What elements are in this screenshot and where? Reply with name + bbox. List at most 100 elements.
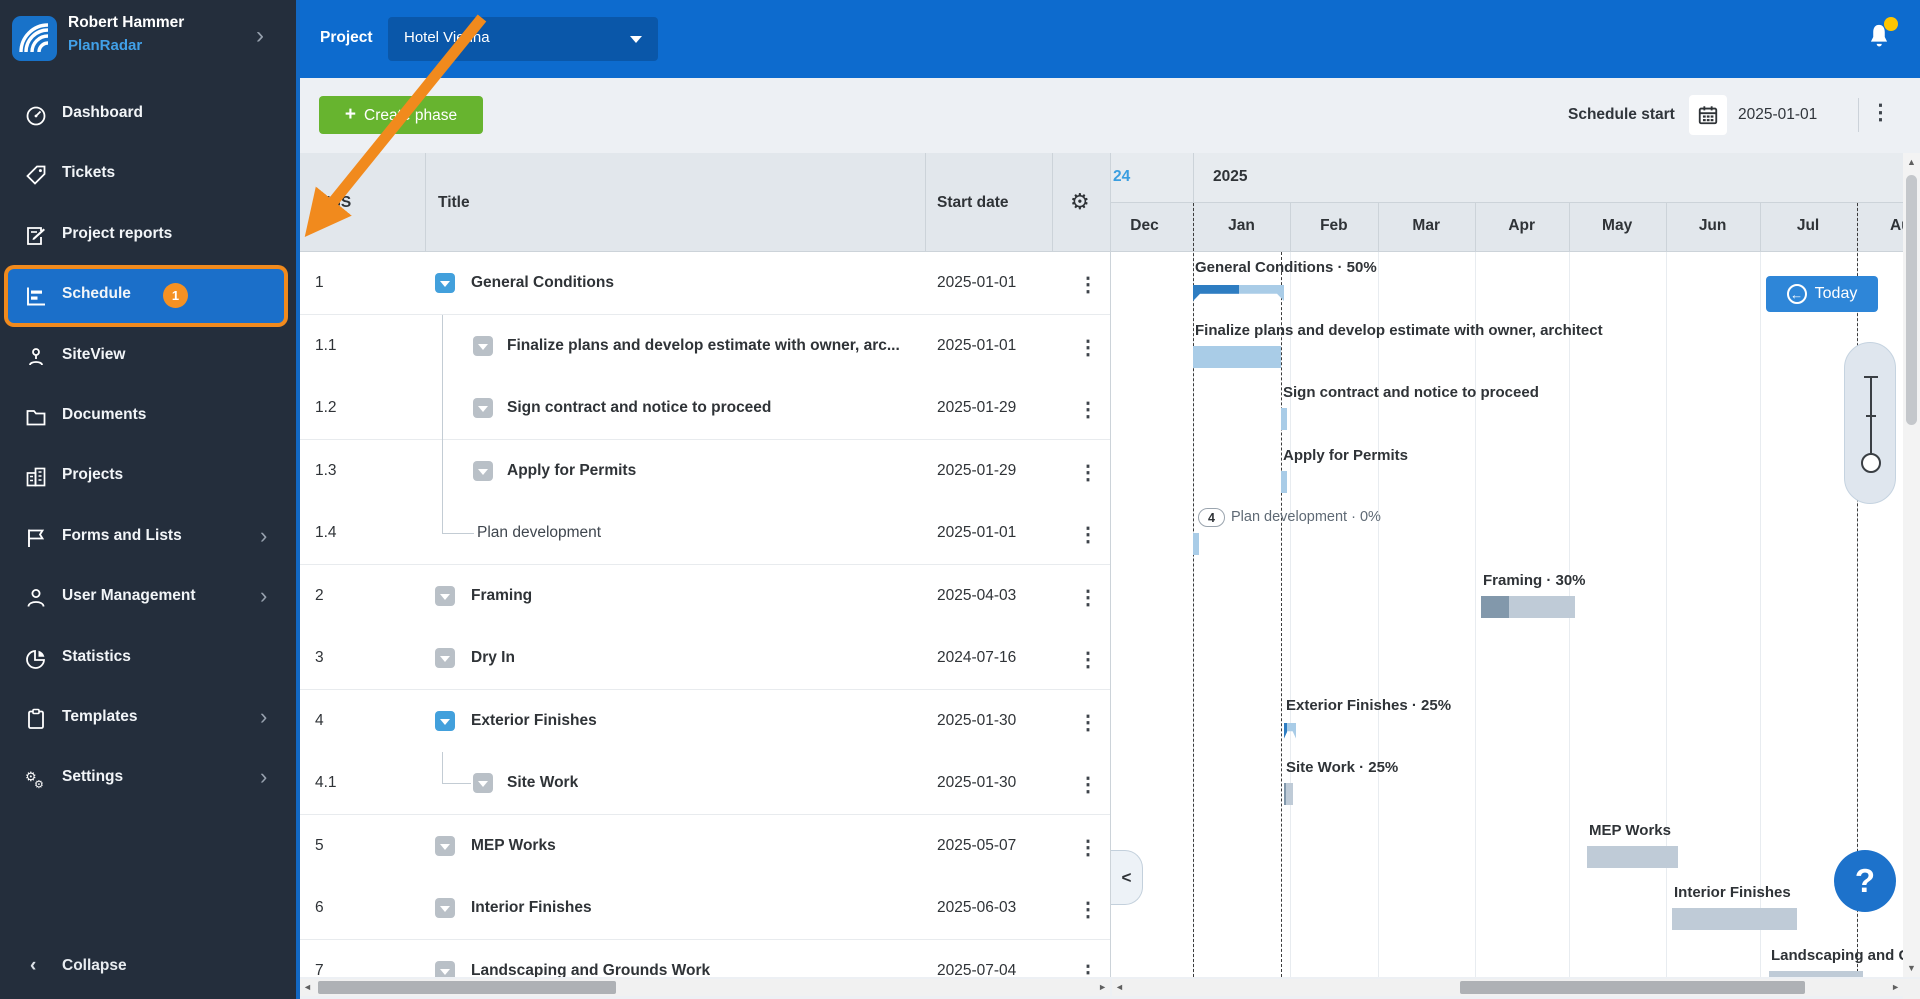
table-row[interactable]: 4.1Site Work2025-01-30⋮ (300, 752, 1110, 815)
table-row[interactable]: 1.4Plan development2025-01-01⋮ (300, 502, 1110, 565)
row-kebab-menu[interactable]: ⋮ (1078, 647, 1098, 672)
task-checkbox[interactable] (435, 898, 455, 918)
table-row[interactable]: 1General Conditions2025-01-01⋮ (300, 252, 1110, 315)
timeline-zoom-slider[interactable] (1844, 342, 1896, 504)
task-checkbox[interactable] (473, 398, 493, 418)
table-row[interactable]: 7Landscaping and Grounds Work2025-07-04⋮ (300, 940, 1110, 978)
gantt-horizontal-scrollbar[interactable]: ◄ ► (1112, 979, 1903, 996)
collapse-table-tab[interactable]: < (1111, 850, 1143, 905)
task-checkbox[interactable] (435, 586, 455, 606)
gantt-task-bar[interactable] (1672, 908, 1797, 930)
row-kebab-menu[interactable]: ⋮ (1078, 460, 1098, 485)
sidebar-item-siteview[interactable]: SiteView (0, 337, 296, 377)
task-title[interactable]: MEP Works (471, 837, 556, 855)
table-row[interactable]: 1.1Finalize plans and develop estimate w… (300, 315, 1110, 378)
table-row[interactable]: 1.2Sign contract and notice to proceed20… (300, 377, 1110, 440)
column-header-wbs[interactable]: WBS (315, 194, 351, 212)
gantt-hscroll-thumb[interactable] (1460, 981, 1805, 994)
task-checkbox[interactable] (435, 836, 455, 856)
row-kebab-menu[interactable]: ⋮ (1078, 960, 1098, 978)
task-title[interactable]: Plan development (477, 524, 601, 542)
task-title[interactable]: Apply for Permits (507, 462, 636, 480)
scroll-up-arrow-icon[interactable]: ▲ (1907, 157, 1916, 167)
row-kebab-menu[interactable]: ⋮ (1078, 397, 1098, 422)
row-kebab-menu[interactable]: ⋮ (1078, 710, 1098, 735)
sidebar-item-project-reports[interactable]: Project reports (0, 216, 296, 256)
sidebar-item-statistics[interactable]: Statistics (0, 639, 296, 679)
vertical-scrollbar[interactable]: ▲ ▼ (1903, 153, 1920, 977)
task-checkbox[interactable] (435, 648, 455, 668)
schedule-start-date[interactable]: 2025-01-01 (1738, 106, 1817, 124)
sidebar-item-documents[interactable]: Documents (0, 397, 296, 437)
gantt-task-bar[interactable] (1193, 346, 1281, 368)
gantt-task-bar[interactable] (1281, 471, 1287, 493)
sidebar-item-forms-and-lists[interactable]: Forms and Lists› (0, 518, 296, 558)
table-row[interactable]: 4Exterior Finishes2025-01-30⋮ (300, 690, 1110, 753)
task-title[interactable]: General Conditions (471, 274, 614, 292)
slider-handle[interactable] (1861, 453, 1881, 473)
project-select[interactable]: Hotel Vienna (388, 17, 658, 61)
calendar-button[interactable] (1689, 95, 1727, 135)
vertical-scrollbar-thumb[interactable] (1906, 175, 1917, 425)
scroll-right-arrow-icon[interactable]: ► (1891, 982, 1900, 992)
table-hscroll-thumb[interactable] (318, 981, 616, 994)
table-row[interactable]: 6Interior Finishes2025-06-03⋮ (300, 877, 1110, 940)
user-block[interactable]: Robert Hammer PlanRadar › (0, 0, 296, 78)
sidebar-item-schedule[interactable]: Schedule1 (0, 276, 296, 316)
gantt-task-bar[interactable] (1481, 596, 1575, 618)
table-row[interactable]: 5MEP Works2025-05-07⋮ (300, 815, 1110, 878)
table-horizontal-scrollbar[interactable]: ◄ ► (300, 979, 1110, 996)
task-checkbox[interactable] (473, 773, 493, 793)
task-title[interactable]: Landscaping and Grounds Work (471, 962, 710, 978)
row-kebab-menu[interactable]: ⋮ (1078, 772, 1098, 797)
today-button[interactable]: ← Today (1766, 276, 1878, 312)
column-settings-gear-icon[interactable]: ⚙ (1070, 189, 1090, 215)
column-header-title[interactable]: Title (438, 194, 470, 212)
gantt-task-bar[interactable] (1769, 971, 1863, 978)
row-kebab-menu[interactable]: ⋮ (1078, 522, 1098, 547)
row-kebab-menu[interactable]: ⋮ (1078, 335, 1098, 360)
task-checkbox[interactable] (435, 273, 455, 293)
task-checkbox[interactable] (435, 711, 455, 731)
gantt-task-bar[interactable] (1284, 783, 1293, 805)
row-kebab-menu[interactable]: ⋮ (1078, 897, 1098, 922)
task-title[interactable]: Dry In (471, 649, 515, 667)
row-kebab-menu[interactable]: ⋮ (1078, 585, 1098, 610)
row-kebab-menu[interactable]: ⋮ (1078, 835, 1098, 860)
task-title[interactable]: Interior Finishes (471, 899, 592, 917)
column-header-start-date[interactable]: Start date (937, 194, 1009, 212)
gantt-task-bar[interactable] (1193, 285, 1284, 301)
sidebar-item-label: Statistics (62, 648, 131, 666)
row-kebab-menu[interactable]: ⋮ (1078, 272, 1098, 297)
task-checkbox[interactable] (435, 961, 455, 978)
user-menu-chevron-icon[interactable]: › (256, 22, 264, 50)
task-checkbox[interactable] (473, 336, 493, 356)
help-button[interactable]: ? (1834, 850, 1896, 912)
sidebar-collapse-button[interactable]: ‹ Collapse (0, 947, 296, 987)
collapsed-count-badge[interactable]: 4 (1198, 508, 1225, 527)
scroll-left-arrow-icon[interactable]: ◄ (303, 982, 312, 992)
table-row[interactable]: 1.3Apply for Permits2025-01-29⋮ (300, 440, 1110, 503)
sidebar-item-user-management[interactable]: User Management› (0, 578, 296, 618)
table-row[interactable]: 3Dry In2024-07-16⋮ (300, 627, 1110, 690)
scroll-left-arrow-icon[interactable]: ◄ (1115, 982, 1124, 992)
sidebar-item-templates[interactable]: Templates› (0, 699, 296, 739)
task-title[interactable]: Site Work (507, 774, 578, 792)
task-title[interactable]: Framing (471, 587, 532, 605)
gantt-task-bar[interactable] (1193, 533, 1199, 555)
task-title[interactable]: Exterior Finishes (471, 712, 597, 730)
gantt-task-bar[interactable] (1281, 408, 1287, 430)
task-title[interactable]: Finalize plans and develop estimate with… (507, 337, 900, 355)
table-row[interactable]: 2Framing2025-04-03⋮ (300, 565, 1110, 628)
sidebar-item-tickets[interactable]: Tickets (0, 155, 296, 195)
sidebar-item-projects[interactable]: Projects (0, 457, 296, 497)
toolbar-kebab-menu[interactable]: ⋮ (1870, 100, 1891, 125)
sidebar-item-settings[interactable]: ⚙⚙Settings› (0, 759, 296, 799)
scroll-right-arrow-icon[interactable]: ► (1098, 982, 1107, 992)
task-title[interactable]: Sign contract and notice to proceed (507, 399, 771, 417)
scroll-down-arrow-icon[interactable]: ▼ (1907, 963, 1916, 973)
create-phase-button[interactable]: +Create phase (319, 96, 483, 134)
gantt-task-bar[interactable] (1587, 846, 1678, 868)
task-checkbox[interactable] (473, 461, 493, 481)
sidebar-item-dashboard[interactable]: Dashboard (0, 95, 296, 135)
